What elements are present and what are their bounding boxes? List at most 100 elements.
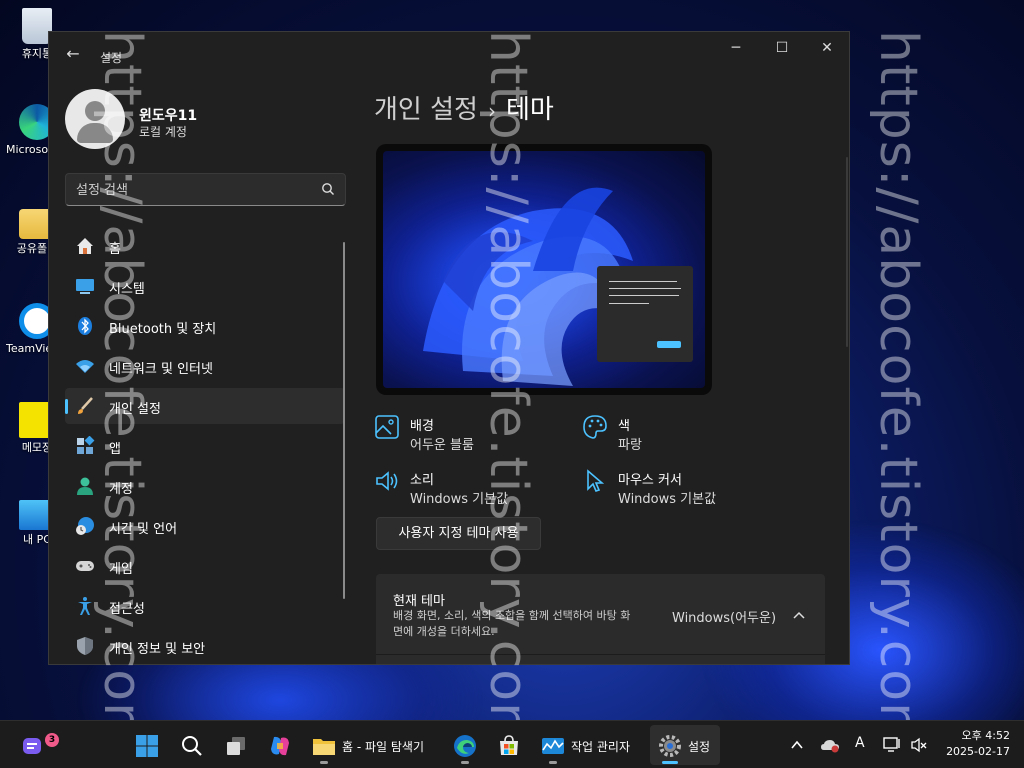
- search-icon: [182, 736, 202, 756]
- chevron-up-icon[interactable]: [790, 739, 804, 751]
- sidebar-item-accounts[interactable]: 계정: [65, 468, 345, 504]
- taskbar: 3 홈 - 파일 탐색기 작업 관리자 설정 A 오후 4:52 2025-02…: [0, 720, 1024, 768]
- preview-window: [597, 266, 693, 362]
- current-theme-value: Windows(어두운): [672, 611, 777, 626]
- settings-search[interactable]: [65, 173, 346, 206]
- sidebar-item-time-language[interactable]: 시간 및 언어: [65, 508, 345, 544]
- close-button[interactable]: ✕: [804, 32, 849, 64]
- taskbar-settings[interactable]: 설정: [650, 725, 720, 765]
- sidebar-scrollbar[interactable]: [343, 242, 345, 599]
- sidebar-item-label: 앱: [109, 442, 121, 457]
- sidebar-item-network[interactable]: 네트워크 및 인터넷: [65, 348, 345, 384]
- page-title: 테마: [505, 95, 554, 125]
- sidebar-item-privacy[interactable]: 개인 정보 및 보안: [65, 628, 345, 664]
- minimize-button[interactable]: ─: [713, 32, 759, 64]
- accessibility-icon: [78, 597, 92, 615]
- active-indicator: [662, 761, 678, 764]
- account-icon: [77, 477, 93, 495]
- taskbar-app-label: 설정: [688, 740, 711, 754]
- breadcrumb: 개인 설정 › 테마: [374, 89, 554, 126]
- back-button[interactable]: ←: [61, 42, 85, 66]
- chevron-up-icon[interactable]: [791, 607, 807, 623]
- task-manager-icon: [542, 738, 564, 754]
- theme-attributes: 배경 어두운 블룸 색 파랑 소리 Windows 기본값 마우스 커서 Win…: [374, 410, 804, 510]
- volume-muted-icon[interactable]: [910, 736, 928, 754]
- settings-window: ← 설정 ─ ☐ ✕ 윈도우11 로컬 계정 홈 시스템 Bluetooth 및…: [48, 31, 850, 665]
- sidebar-item-label: 접근성: [109, 602, 145, 617]
- cursor-setting[interactable]: 마우스 커서 Windows 기본값: [582, 464, 782, 507]
- sidebar-item-accessibility[interactable]: 접근성: [65, 588, 345, 624]
- system-icon: [76, 279, 94, 294]
- sidebar-item-apps[interactable]: 앱: [65, 428, 345, 464]
- sidebar-item-label: 게임: [109, 562, 133, 577]
- start-icon: [136, 735, 158, 757]
- pen-monitor-icon[interactable]: [883, 736, 901, 754]
- cursor-icon: [587, 469, 605, 492]
- preview-accent-button: [657, 341, 681, 348]
- wallpaper-preview: [383, 151, 705, 388]
- onedrive-icon[interactable]: [820, 737, 840, 753]
- edge-icon: [454, 735, 476, 757]
- copilot-icon: [271, 736, 289, 756]
- picture-icon: [375, 415, 399, 439]
- settings-gear-icon: [659, 735, 681, 757]
- task-view-button[interactable]: [216, 725, 256, 765]
- title-bar: ← 설정 ─ ☐ ✕: [49, 32, 849, 72]
- current-theme-card[interactable]: 현재 테마 배경 화면, 소리, 색의 조합을 함께 선택하여 바탕 화면에 개…: [376, 574, 825, 654]
- account-type: 로컬 계정: [139, 125, 187, 139]
- widgets-button[interactable]: 3: [12, 725, 59, 765]
- search-button[interactable]: [172, 725, 212, 765]
- brush-icon: [78, 397, 93, 414]
- content-scrollbar[interactable]: [846, 157, 848, 347]
- taskbar-edge[interactable]: [445, 725, 485, 765]
- sidebar-item-label: 네트워크 및 인터넷: [109, 362, 213, 377]
- sidebar-item-personalization[interactable]: 개인 설정: [65, 388, 345, 424]
- start-button[interactable]: [127, 725, 167, 765]
- clock-time: 오후 4:52: [961, 729, 1010, 742]
- sound-setting[interactable]: 소리 Windows 기본값: [374, 464, 574, 507]
- store-icon: [500, 735, 518, 755]
- theme-list-edge: [376, 654, 825, 664]
- sidebar-item-bluetooth[interactable]: Bluetooth 및 장치: [65, 308, 345, 344]
- clock[interactable]: 오후 4:52 2025-02-17: [934, 728, 1010, 760]
- task-view-icon: [227, 737, 245, 755]
- attribute-value: Windows 기본값: [618, 492, 717, 507]
- user-name: 윈도우11: [139, 108, 198, 124]
- taskbar-file-explorer[interactable]: 홈 - 파일 탐색기: [304, 725, 442, 765]
- time-language-icon: [76, 517, 94, 535]
- running-indicator: [549, 761, 557, 764]
- sidebar-item-gaming[interactable]: 게임: [65, 548, 345, 584]
- attribute-value: 어두운 블룸: [410, 438, 474, 453]
- sidebar-item-home[interactable]: 홈: [65, 228, 345, 264]
- bluetooth-icon: [78, 317, 92, 335]
- taskbar-task-manager[interactable]: 작업 관리자: [533, 725, 643, 765]
- attribute-name: 소리: [410, 473, 434, 488]
- running-indicator: [320, 761, 328, 764]
- sidebar-item-label: 홈: [109, 242, 121, 257]
- taskbar-store[interactable]: [489, 725, 529, 765]
- sidebar-item-label: 시스템: [109, 282, 145, 297]
- attribute-name: 마우스 커서: [618, 473, 682, 488]
- attribute-name: 색: [618, 419, 630, 434]
- taskbar-app-label: 작업 관리자: [571, 740, 631, 754]
- speaker-icon: [376, 471, 398, 491]
- copilot-button[interactable]: [260, 725, 300, 765]
- window-title: 설정: [100, 51, 123, 65]
- breadcrumb-parent[interactable]: 개인 설정: [374, 95, 478, 125]
- search-icon[interactable]: [321, 182, 335, 196]
- search-input[interactable]: [76, 180, 316, 200]
- sidebar-item-label: 계정: [109, 482, 133, 497]
- color-setting[interactable]: 색 파랑: [582, 410, 782, 453]
- sidebar-nav: 홈 시스템 Bluetooth 및 장치 네트워크 및 인터넷 개인 설정 앱 …: [65, 228, 345, 664]
- maximize-button[interactable]: ☐: [759, 32, 805, 64]
- sidebar-item-system[interactable]: 시스템: [65, 268, 345, 304]
- running-indicator: [461, 761, 469, 764]
- background-setting[interactable]: 배경 어두운 블룸: [374, 410, 574, 453]
- ime-indicator[interactable]: A: [855, 735, 865, 751]
- current-theme-description: 배경 화면, 소리, 색의 조합을 함께 선택하여 바탕 화면에 개성을 더하세…: [393, 609, 631, 638]
- apps-icon: [77, 436, 95, 454]
- widgets-icon: [23, 738, 41, 754]
- custom-theme-button[interactable]: 사용자 지정 테마 사용: [376, 517, 541, 550]
- avatar: [65, 89, 125, 149]
- sidebar-item-label: 개인 정보 및 보안: [109, 642, 206, 657]
